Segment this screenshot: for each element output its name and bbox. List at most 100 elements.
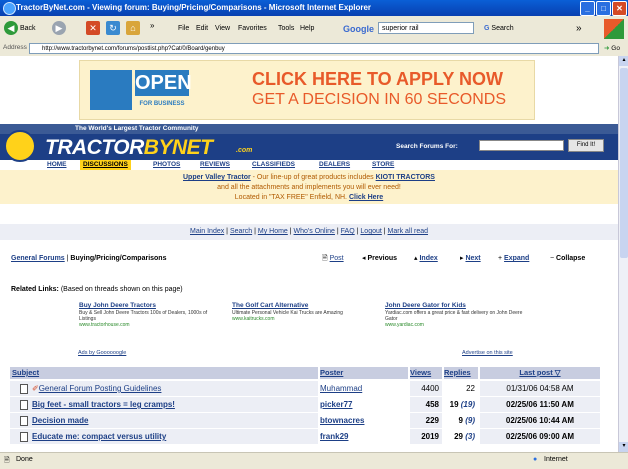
- promo-line-2: and all the attachments and implements y…: [217, 184, 401, 191]
- link-logout[interactable]: Logout: [360, 228, 381, 235]
- stop-icon: ✕: [86, 21, 100, 36]
- back-button[interactable]: ◀ Back: [4, 21, 36, 37]
- promo-click-here-link[interactable]: Click Here: [349, 194, 383, 201]
- topic-subject-link[interactable]: Educate me: compact versus utility: [32, 432, 166, 441]
- menu-edit[interactable]: Edit: [196, 21, 208, 37]
- vertical-scrollbar[interactable]: ▴ ▾: [618, 56, 628, 452]
- menu-favorites[interactable]: Favorites: [238, 21, 267, 37]
- poster-link[interactable]: picker77: [320, 400, 352, 409]
- site-logo[interactable]: TRACTORBYNET: [45, 137, 213, 159]
- new-replies-link[interactable]: (3): [465, 432, 475, 441]
- advertise-link[interactable]: Advertise on this site: [462, 350, 513, 356]
- poster-link[interactable]: btownacres: [320, 416, 364, 425]
- google-search-input[interactable]: superior rail: [378, 22, 474, 34]
- link-faq[interactable]: FAQ: [341, 228, 355, 235]
- index-label: Index: [419, 255, 438, 262]
- topic-icon: [20, 431, 28, 442]
- menu-view[interactable]: View: [215, 21, 230, 37]
- replies-count: 29: [454, 432, 463, 441]
- forum-nav-row: General Forums | Buying/Pricing/Comparis…: [0, 252, 618, 266]
- breadcrumb-root-link[interactable]: General Forums: [11, 255, 65, 262]
- link-search[interactable]: Search: [230, 228, 252, 235]
- forum-main-links: Main Index | Search | My Home | Who's On…: [0, 224, 618, 240]
- post-button[interactable]: 🗎 Post: [322, 252, 344, 266]
- menu-dealers[interactable]: DEALERS: [316, 160, 354, 170]
- column-header-poster[interactable]: Poster: [320, 367, 408, 379]
- subject-cell: Decision made: [10, 413, 318, 428]
- index-button[interactable]: ▴ Index: [414, 252, 438, 266]
- close-button[interactable]: ✕: [612, 1, 627, 16]
- post-icon: 🗎: [322, 255, 328, 262]
- new-replies-link[interactable]: (19): [461, 400, 475, 409]
- window-title: TractorByNet.com - Viewing forum: Buying…: [16, 3, 372, 12]
- url-text: http://www.tractorbynet.com/forums/postl…: [42, 46, 225, 52]
- poster-cell: btownacres: [320, 413, 408, 428]
- column-header-replies[interactable]: Replies: [444, 367, 478, 379]
- maximize-button[interactable]: □: [596, 1, 611, 16]
- ad-headline: CLICK HERE TO APPLY NOW: [252, 69, 504, 89]
- status-bar: 🗎 Done ● Internet: [0, 452, 628, 469]
- menu-file[interactable]: File: [178, 21, 189, 37]
- minimize-button[interactable]: _: [580, 1, 595, 16]
- stop-button[interactable]: ✕: [86, 21, 100, 37]
- new-replies-link[interactable]: (9): [465, 416, 475, 425]
- post-label: Post: [329, 255, 344, 262]
- toolbar-overflow-chevron[interactable]: »: [150, 18, 154, 34]
- column-header-last-post[interactable]: Last post ▽: [480, 367, 600, 379]
- expand-label: Expand: [504, 255, 530, 262]
- dealer-promo: Upper Valley Tractor - Our line-up of gr…: [0, 170, 618, 204]
- menu-discussions[interactable]: DISCUSSIONS: [80, 160, 131, 170]
- related-item[interactable]: John Deere Gator for Kids Yardiac.com of…: [385, 302, 530, 328]
- expand-button[interactable]: + Expand: [498, 252, 529, 266]
- related-item-url: www.tractorhouse.com: [79, 322, 130, 328]
- scroll-up-arrow-icon[interactable]: ▴: [619, 56, 628, 66]
- topic-subject-link[interactable]: Decision made: [32, 416, 88, 425]
- promo-line-3: Located in "TAX FREE" Enfield, NH. Click…: [0, 193, 618, 203]
- menu-tools[interactable]: Tools: [278, 21, 294, 37]
- replies-count: 9: [458, 416, 463, 425]
- previous-button[interactable]: ◂ Previous: [362, 252, 397, 266]
- promo-dealer-link[interactable]: Upper Valley Tractor: [183, 174, 251, 181]
- link-my-home[interactable]: My Home: [258, 228, 288, 235]
- menu-photos[interactable]: PHOTOS: [150, 160, 184, 170]
- forum-search-label: Search Forums For:: [396, 143, 458, 150]
- related-item-title: The Golf Cart Alternative: [232, 302, 309, 309]
- amex-banner-ad[interactable]: OPEN FOR BUSINESS CLICK HERE TO APPLY NO…: [79, 60, 535, 120]
- pinned-topic-icon: [20, 383, 28, 394]
- menu-store[interactable]: STORE: [369, 160, 398, 170]
- google-search-button[interactable]: G Search: [484, 21, 514, 37]
- menu-classifieds[interactable]: CLASSIFIEDS: [249, 160, 298, 170]
- forward-button[interactable]: ▶: [52, 21, 66, 37]
- refresh-button[interactable]: ↻: [106, 21, 120, 37]
- promo-brand-link[interactable]: KIOTI TRACTORS: [376, 174, 435, 181]
- topic-subject-link[interactable]: General Forum Posting Guidelines: [39, 384, 162, 393]
- forum-search-input[interactable]: [479, 140, 564, 151]
- ads-by-google-link[interactable]: Ads by Goooooogle: [78, 350, 126, 356]
- chevron-right-icon[interactable]: »: [576, 21, 582, 37]
- menu-reviews[interactable]: REVIEWS: [197, 160, 233, 170]
- go-button[interactable]: ➜ Go: [604, 44, 620, 52]
- related-item[interactable]: Buy John Deere Tractors Buy & Sell John …: [79, 302, 224, 328]
- home-button[interactable]: ⌂: [126, 21, 140, 37]
- link-mark-all-read[interactable]: Mark all read: [388, 228, 428, 235]
- link-main-index[interactable]: Main Index: [190, 228, 224, 235]
- column-header-views[interactable]: Views: [410, 367, 442, 379]
- related-item[interactable]: The Golf Cart Alternative Ultimate Perso…: [232, 302, 377, 322]
- table-row: Decision made btownacres 229 9 (9) 02/25/06 …: [10, 413, 600, 428]
- scroll-down-arrow-icon[interactable]: ▾: [619, 442, 628, 452]
- collapse-button[interactable]: − Collapse: [550, 252, 585, 266]
- status-text: Done: [16, 456, 33, 463]
- poster-link[interactable]: frank29: [320, 432, 348, 441]
- poster-link[interactable]: Muhammad: [320, 384, 362, 393]
- address-input[interactable]: http://www.tractorbynet.com/forums/postl…: [29, 43, 599, 54]
- menu-home[interactable]: HOME: [44, 160, 70, 170]
- next-button[interactable]: ▸ Next: [460, 252, 481, 266]
- go-arrow-icon: ➜: [604, 45, 610, 52]
- google-toolbar-logo: Google: [343, 24, 374, 34]
- link-whos-online[interactable]: Who's Online: [294, 228, 335, 235]
- menu-help[interactable]: Help: [300, 21, 314, 37]
- scrollbar-thumb[interactable]: [620, 68, 628, 258]
- find-it-button[interactable]: Find It!: [568, 139, 604, 152]
- topic-subject-link[interactable]: Big feet - small tractors = leg cramps!: [32, 400, 175, 409]
- column-header-subject[interactable]: Subject: [10, 367, 318, 379]
